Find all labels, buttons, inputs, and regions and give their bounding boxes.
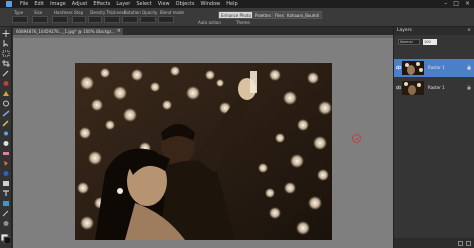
- thickness-field[interactable]: [104, 16, 120, 23]
- palettes-button[interactable]: Palettes: [252, 11, 274, 19]
- airbrush-icon[interactable]: [2, 130, 10, 137]
- menu-edit[interactable]: Edit: [34, 1, 44, 7]
- tool-options-bar: Type Size Hardness Step Density Thicknes…: [0, 8, 474, 27]
- menu-effects[interactable]: Effects: [93, 1, 110, 7]
- app-logo[interactable]: [6, 1, 12, 7]
- document-tab-title: 60894876_10459276..._1.jpg* @ 100% (Back…: [16, 29, 115, 34]
- size-field[interactable]: [32, 16, 48, 23]
- menu-file[interactable]: File: [20, 1, 28, 7]
- label-step: Step: [74, 10, 84, 15]
- workspace-top-strip: [13, 35, 393, 38]
- pan-icon[interactable]: [2, 30, 10, 37]
- maximize-icon[interactable]: □: [453, 1, 459, 7]
- label-thickness: Thickness: [106, 10, 126, 15]
- label-density: Density: [90, 10, 106, 15]
- layer-thumbnail: [402, 81, 424, 95]
- menubar: File Edit Image Adjust Effects Layer Sel…: [0, 0, 474, 8]
- density-field[interactable]: [88, 16, 102, 23]
- eraser-icon[interactable]: [2, 150, 10, 157]
- label-hardness: Hardness: [54, 10, 73, 15]
- menu-view[interactable]: View: [158, 1, 170, 7]
- minimize-icon[interactable]: –: [444, 1, 447, 7]
- layer-row-bottom[interactable]: Raster 1: [394, 79, 474, 97]
- visibility-eye-icon[interactable]: [396, 65, 401, 70]
- layers-panel-header: Layers ×: [394, 27, 474, 35]
- lighten-darken-icon[interactable]: [2, 140, 10, 147]
- pen-icon[interactable]: [2, 210, 10, 217]
- blend-mode-select[interactable]: Normal: [398, 39, 420, 45]
- workspace-name[interactable]: Kahaani_Bouhdi: [284, 11, 322, 19]
- menu-help[interactable]: Help: [226, 1, 237, 7]
- red-eye-icon[interactable]: [2, 80, 10, 87]
- enhance-photo-button[interactable]: Enhance Photo: [218, 11, 254, 19]
- label-size: Size: [34, 10, 43, 15]
- close-document-icon[interactable]: ×: [117, 28, 121, 35]
- close-layers-icon[interactable]: ×: [467, 27, 471, 35]
- menu-select[interactable]: Select: [136, 1, 151, 7]
- document-tab[interactable]: 60894876_10459276..._1.jpg* @ 100% (Back…: [13, 28, 123, 35]
- material-palette-icon[interactable]: [1, 234, 11, 244]
- label-blend-mode: Blend mode: [160, 10, 185, 15]
- visibility-eye-icon[interactable]: [396, 85, 401, 90]
- preset-shape-icon[interactable]: [2, 200, 10, 207]
- layer-row-top[interactable]: Raster 1: [394, 59, 474, 77]
- tools-toolbar: [0, 27, 12, 248]
- pick-tool-icon[interactable]: [2, 40, 10, 47]
- paint-brush-icon[interactable]: [2, 120, 10, 127]
- delete-layer-icon[interactable]: [466, 240, 471, 246]
- theme-label[interactable]: Theme: [236, 20, 250, 25]
- layer-name[interactable]: Raster 1: [428, 85, 445, 90]
- step-field[interactable]: [72, 16, 86, 23]
- layers-panel-title: Layers: [397, 28, 412, 33]
- layer-thumbnail: [402, 61, 424, 75]
- eyedropper-icon[interactable]: [2, 70, 10, 77]
- menu-layer[interactable]: Layer: [116, 1, 130, 7]
- auto-action-label[interactable]: Auto action: [198, 20, 221, 25]
- layer-blend-row: Normal 100: [398, 39, 437, 45]
- layers-panel-footer: [394, 238, 474, 248]
- rotation-field[interactable]: [122, 16, 138, 23]
- clone-icon[interactable]: [2, 100, 10, 107]
- crop-icon[interactable]: [2, 60, 10, 67]
- window-controls: – □ ×: [444, 1, 470, 7]
- layers-panel: Layers × Normal 100 Raster 1 Raster 1: [393, 27, 474, 248]
- close-window-icon[interactable]: ×: [465, 1, 470, 7]
- text-icon[interactable]: [2, 190, 10, 197]
- layer-name[interactable]: Raster 1: [428, 65, 445, 70]
- label-rotation: Rotation: [124, 10, 141, 15]
- sepia-couple-photo: [75, 63, 332, 240]
- brush-cursor-icon: [352, 134, 361, 143]
- warp-brush-icon[interactable]: [2, 220, 10, 227]
- color-changer-icon[interactable]: [2, 170, 10, 177]
- layer-opacity-field[interactable]: 100: [423, 39, 437, 45]
- selection-icon[interactable]: [2, 50, 10, 57]
- lock-icon[interactable]: [467, 85, 471, 90]
- makeover-icon[interactable]: [2, 90, 10, 97]
- menu-image[interactable]: Image: [50, 1, 66, 7]
- label-opacity: Opacity: [142, 10, 158, 15]
- blend-mode-field[interactable]: [158, 16, 174, 23]
- new-layer-icon[interactable]: [458, 240, 463, 246]
- menu-window[interactable]: Window: [201, 1, 221, 7]
- photo-canvas[interactable]: [75, 63, 332, 240]
- menu-adjust[interactable]: Adjust: [72, 1, 88, 7]
- menu-objects[interactable]: Objects: [176, 1, 195, 7]
- label-type: Type: [14, 10, 24, 15]
- fill-icon[interactable]: [2, 160, 10, 167]
- opacity-field[interactable]: [140, 16, 156, 23]
- scratch-remover-icon[interactable]: [2, 110, 10, 117]
- hardness-field[interactable]: [52, 16, 68, 23]
- gradient-icon[interactable]: [2, 180, 10, 187]
- type-field[interactable]: [12, 16, 28, 23]
- lock-icon[interactable]: [467, 65, 471, 70]
